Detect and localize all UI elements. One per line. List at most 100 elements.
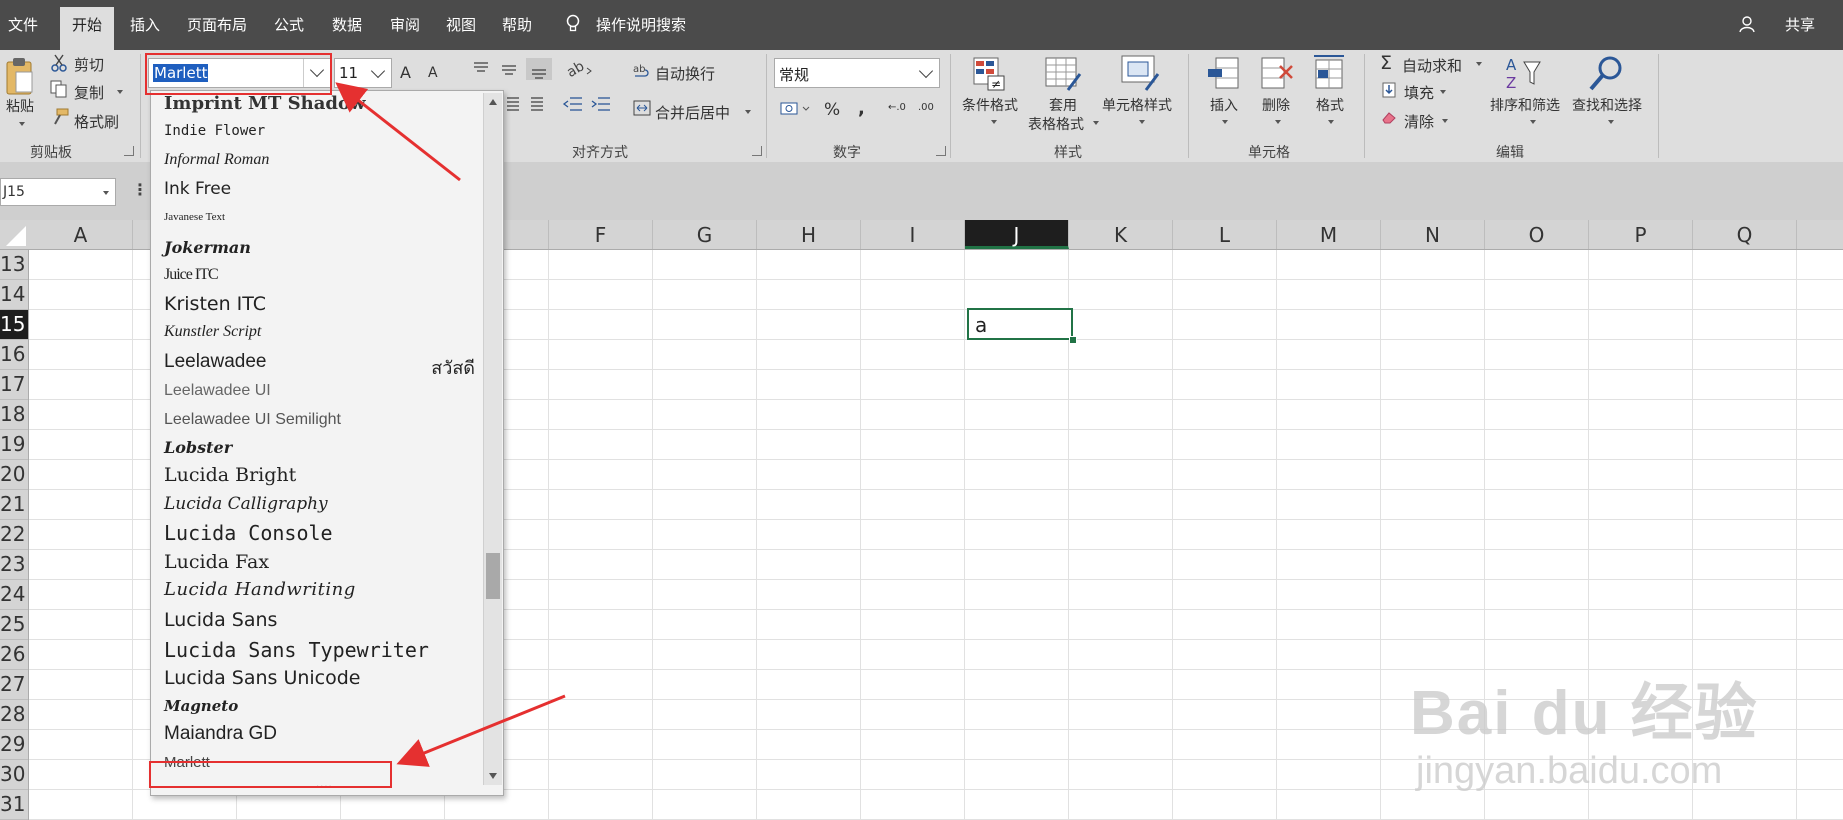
font-item[interactable]: Ink Free: [164, 179, 231, 199]
column-header-h[interactable]: H: [757, 220, 861, 249]
font-list-scrollbar[interactable]: [483, 93, 502, 785]
tab-formulas[interactable]: 公式: [274, 14, 304, 35]
font-item[interactable]: Lucida Bright: [164, 464, 296, 486]
font-item[interactable]: Informal Roman: [164, 151, 269, 169]
format-as-table-dropdown-icon[interactable]: [1093, 121, 1099, 125]
row-header-30[interactable]: 30: [0, 760, 28, 790]
font-item[interactable]: Lucida Fax: [164, 551, 269, 573]
tab-home[interactable]: 开始: [60, 7, 115, 50]
row-header-19[interactable]: 19: [0, 430, 28, 460]
find-select-button[interactable]: 查找和选择: [1572, 95, 1642, 115]
chevron-down-icon[interactable]: [918, 63, 934, 79]
alignment-launcher-icon[interactable]: [752, 146, 762, 156]
tab-view[interactable]: 视图: [446, 14, 476, 35]
insert-cells-dropdown-icon[interactable]: [1222, 120, 1228, 124]
clipboard-launcher-icon[interactable]: [124, 146, 134, 156]
format-as-table-line1[interactable]: 套用: [1049, 95, 1077, 115]
cut-button[interactable]: 剪切: [74, 54, 104, 75]
row-header-20[interactable]: 20: [0, 460, 28, 490]
row-header-22[interactable]: 22: [0, 520, 28, 550]
column-header-o[interactable]: O: [1485, 220, 1589, 249]
paste-dropdown-icon[interactable]: [19, 122, 25, 126]
decrease-decimal-button[interactable]: .00: [918, 103, 936, 113]
row-header-27[interactable]: 27: [0, 670, 28, 700]
name-box[interactable]: J15: [0, 178, 116, 206]
row-header-16[interactable]: 16: [0, 340, 28, 370]
clear-dropdown-icon[interactable]: [1442, 119, 1448, 123]
autosum-button[interactable]: 自动求和: [1402, 55, 1462, 76]
fill-handle[interactable]: [1069, 336, 1077, 344]
font-item[interactable]: Jokerman: [164, 238, 251, 257]
delete-cells-dropdown-icon[interactable]: [1275, 120, 1281, 124]
delete-cells-button[interactable]: 删除: [1262, 95, 1290, 115]
font-item[interactable]: Leelawadee UI: [164, 382, 271, 400]
format-painter-button[interactable]: 格式刷: [74, 111, 119, 132]
column-header-f[interactable]: F: [549, 220, 653, 249]
font-item[interactable]: Lucida Sans Unicode: [164, 667, 361, 689]
comma-style-button[interactable]: ,: [858, 98, 865, 119]
font-item[interactable]: Lucida Sans Typewriter: [164, 638, 429, 662]
column-header-i[interactable]: I: [861, 220, 965, 249]
increase-decimal-button[interactable]: ←.0: [888, 103, 906, 113]
copy-button[interactable]: 复制: [74, 82, 104, 103]
format-as-table-button[interactable]: 表格格式: [1028, 114, 1084, 134]
column-header-l[interactable]: L: [1173, 220, 1277, 249]
cell-styles-button[interactable]: 单元格样式: [1102, 95, 1172, 115]
accounting-format-icon[interactable]: [780, 100, 810, 118]
column-header-p[interactable]: P: [1589, 220, 1693, 249]
percent-style-button[interactable]: %: [824, 100, 840, 120]
fill-button[interactable]: 填充: [1404, 82, 1434, 103]
font-item[interactable]: Magneto: [164, 697, 238, 715]
clear-button[interactable]: 清除: [1404, 111, 1434, 132]
tab-review[interactable]: 审阅: [390, 14, 420, 35]
column-header-j[interactable]: J: [965, 220, 1069, 249]
autosum-dropdown-icon[interactable]: [1476, 62, 1482, 66]
font-item[interactable]: Lucida Handwriting: [164, 579, 356, 600]
wrap-text-button[interactable]: 自动换行: [655, 63, 715, 84]
shrink-font-button[interactable]: A: [428, 65, 438, 81]
font-item[interactable]: Imprint MT Shadow: [164, 93, 365, 114]
share-button[interactable]: 共享: [1785, 14, 1815, 35]
font-item[interactable]: Kristen ITC: [164, 293, 266, 315]
scroll-thumb[interactable]: [486, 553, 500, 599]
grow-font-button[interactable]: A: [400, 63, 411, 82]
row-header-23[interactable]: 23: [0, 550, 28, 580]
row-header-31[interactable]: 31: [0, 790, 28, 820]
name-box-value[interactable]: J15: [3, 184, 25, 200]
copy-dropdown-icon[interactable]: [117, 90, 123, 94]
row-header-25[interactable]: 25: [0, 610, 28, 640]
column-header-g[interactable]: G: [653, 220, 757, 249]
row-header-14[interactable]: 14: [0, 280, 28, 310]
row-header-24[interactable]: 24: [0, 580, 28, 610]
row-header-26[interactable]: 26: [0, 640, 28, 670]
paste-icon[interactable]: [4, 56, 36, 98]
row-header-18[interactable]: 18: [0, 400, 28, 430]
column-header-k[interactable]: K: [1069, 220, 1173, 249]
font-item[interactable]: Indie Flower: [164, 123, 265, 139]
select-all-icon[interactable]: [6, 226, 26, 246]
number-launcher-icon[interactable]: [936, 146, 946, 156]
merge-dropdown-icon[interactable]: [745, 110, 751, 114]
indent-icons[interactable]: [562, 94, 622, 116]
tab-help[interactable]: 帮助: [502, 14, 532, 35]
tab-insert[interactable]: 插入: [130, 14, 160, 35]
format-cells-button[interactable]: 格式: [1316, 95, 1344, 115]
row-header-17[interactable]: 17: [0, 370, 28, 400]
font-item[interactable]: Juice ITC: [164, 266, 219, 284]
column-header-q[interactable]: Q: [1693, 220, 1797, 249]
active-cell-j15[interactable]: a: [967, 308, 1073, 340]
font-item[interactable]: Lucida Console: [164, 521, 333, 545]
paste-button[interactable]: 粘贴: [6, 96, 34, 116]
font-item[interactable]: Leelawadee: [164, 351, 266, 373]
tab-data[interactable]: 数据: [332, 14, 362, 35]
font-item[interactable]: Kunstler Script: [164, 323, 261, 341]
conditional-formatting-dropdown-icon[interactable]: [991, 120, 997, 124]
merge-center-button[interactable]: 合并后居中: [655, 102, 730, 123]
conditional-formatting-button[interactable]: 条件格式: [962, 95, 1018, 115]
name-box-dropdown-icon[interactable]: [103, 191, 109, 195]
font-item[interactable]: Maiandra GD: [164, 723, 277, 745]
column-header-a[interactable]: A: [29, 220, 133, 249]
font-item[interactable]: Javanese Text: [164, 211, 225, 223]
chevron-down-icon[interactable]: [370, 63, 386, 79]
tab-file[interactable]: 文件: [8, 14, 38, 35]
